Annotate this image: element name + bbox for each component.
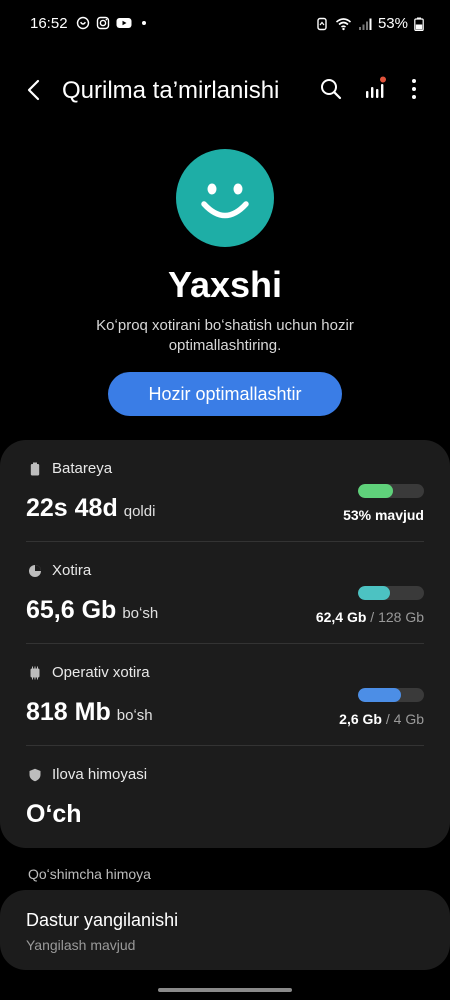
- storage-progress-bar: [358, 586, 424, 600]
- search-icon[interactable]: [318, 76, 344, 102]
- storage-progress-fill: [358, 586, 391, 600]
- chart-icon[interactable]: [362, 76, 388, 102]
- memory-value: 818 Mb: [26, 698, 111, 726]
- wifi-icon: [335, 17, 351, 30]
- page-title: Qurilma ta’mirlanishi: [62, 77, 280, 104]
- memory-progress-bar: [358, 688, 424, 702]
- software-update-subtitle: Yangilash mavjud: [26, 937, 136, 953]
- signal-icon: [358, 18, 372, 30]
- more-icon[interactable]: [404, 76, 424, 102]
- app-protection-value: Oʻch: [26, 800, 82, 828]
- device-care-card: Batareya 22s 48d qoldi 53% mavjud Xotira…: [0, 440, 450, 848]
- memory-progress-fill: [358, 688, 401, 702]
- optimize-now-button[interactable]: Hozir optimallashtir: [108, 372, 342, 416]
- section-heading: Qoʻshimcha himoya: [28, 866, 151, 882]
- navigation-handle[interactable]: [158, 988, 292, 992]
- app-bar: Qurilma ta’mirlanishi: [0, 66, 450, 114]
- ring-status-icon: [76, 16, 90, 30]
- battery-percent: 53%: [377, 15, 408, 32]
- back-arrow-icon[interactable]: [20, 76, 48, 104]
- status-time: 16:52: [30, 15, 68, 32]
- notification-dot-icon: [142, 21, 146, 25]
- storage-row[interactable]: Xotira 65,6 Gb boʻsh 62,4 Gb / 128 Gb: [0, 542, 450, 644]
- status-smiley-icon: [176, 149, 274, 247]
- battery-value: 22s 48d: [26, 494, 118, 522]
- battery-icon: [30, 462, 40, 475]
- app-protection-row[interactable]: Ilova himoyasi Oʻch: [0, 746, 450, 848]
- storage-value: 65,6 Gb: [26, 596, 117, 624]
- memory-chip-icon: [30, 666, 40, 679]
- status-bar: 16:52 53%: [0, 0, 450, 48]
- shield-icon: [29, 768, 41, 781]
- storage-label: Xotira: [52, 562, 92, 579]
- battery-progress-fill: [358, 484, 393, 498]
- status-left-icons: [76, 16, 146, 30]
- software-update-title: Dastur yangilanishi: [26, 910, 179, 930]
- storage-used: 62,4 Gb: [315, 609, 367, 625]
- battery-progress-bar: [358, 484, 424, 498]
- memory-total: / 4 Gb: [381, 711, 424, 727]
- data-saver-icon: [317, 17, 327, 30]
- storage-unit: boʻsh: [122, 605, 159, 622]
- battery-label: Batareya: [52, 460, 113, 477]
- memory-label: Operativ xotira: [52, 664, 150, 681]
- device-status-heading: Yaxshi: [167, 264, 283, 305]
- storage-total: / 128 Gb: [366, 609, 424, 625]
- battery-detail: 53% mavjud: [343, 507, 424, 523]
- youtube-icon: [116, 18, 132, 28]
- status-right: 53%: [315, 15, 424, 32]
- memory-unit: boʻsh: [116, 707, 153, 724]
- status-description: Koʻproq xotirani boʻshatish uchun hozir …: [96, 317, 354, 354]
- battery-unit: qoldi: [123, 503, 156, 520]
- memory-used: 2,6 Gb: [339, 711, 382, 727]
- instagram-icon: [96, 16, 110, 30]
- notification-badge-icon: [380, 76, 386, 83]
- software-update-item[interactable]: Dastur yangilanishi Yangilash mavjud: [0, 890, 450, 970]
- battery-icon: [414, 17, 424, 31]
- app-protection-label: Ilova himoyasi: [52, 766, 148, 783]
- pie-chart-icon: [29, 564, 41, 577]
- memory-row[interactable]: Operativ xotira 818 Mb boʻsh 2,6 Gb / 4 …: [0, 644, 450, 746]
- battery-row[interactable]: Batareya 22s 48d qoldi 53% mavjud: [0, 440, 450, 542]
